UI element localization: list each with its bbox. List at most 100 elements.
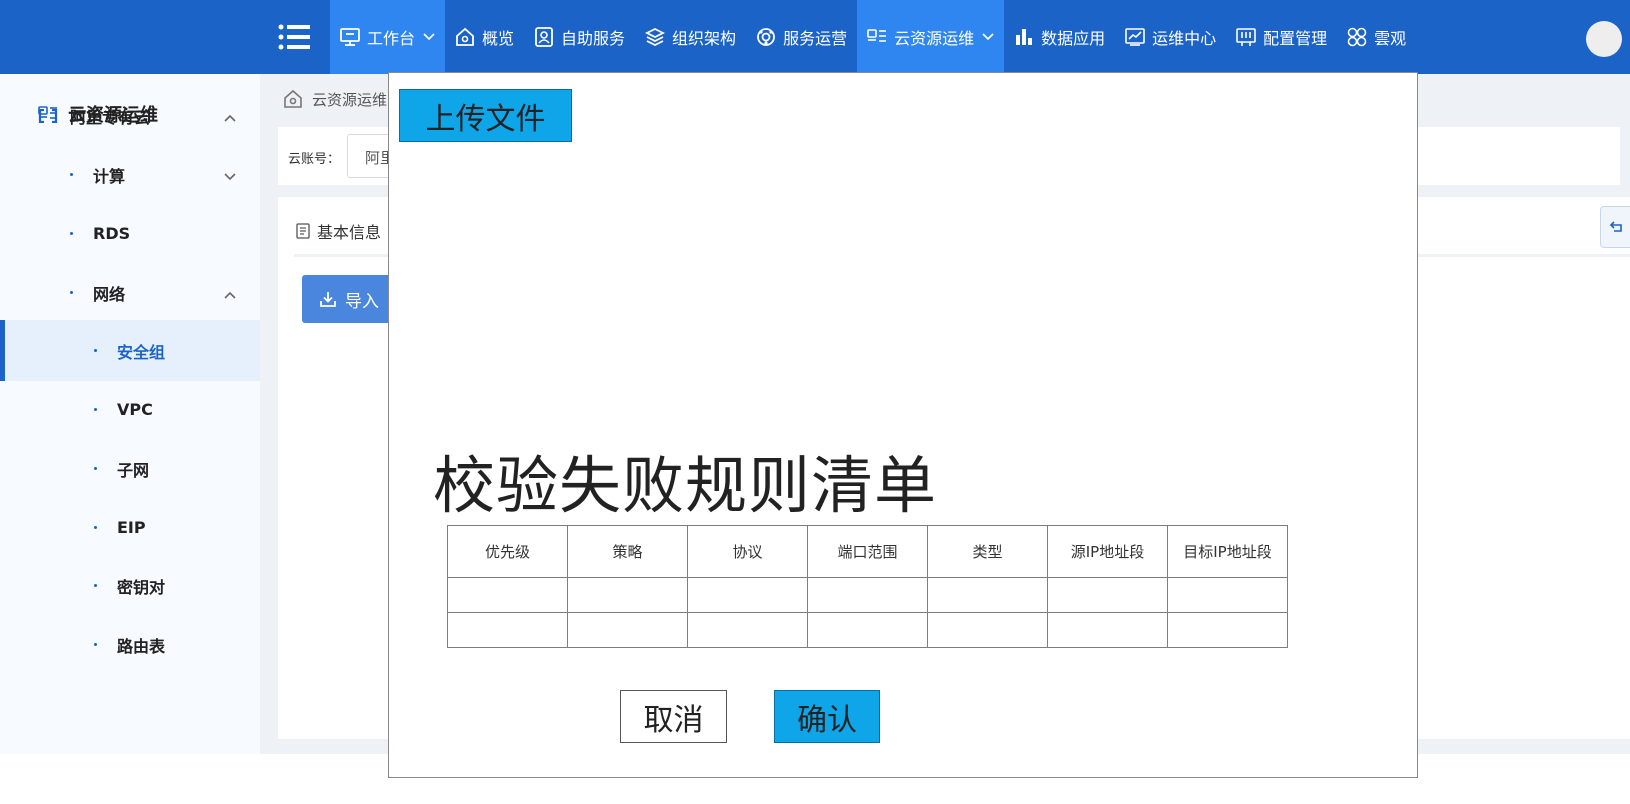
download-icon xyxy=(320,292,336,307)
nav-item-2[interactable]: 自助服务 xyxy=(524,0,635,74)
sidebar-item-6[interactable]: 子网 xyxy=(0,438,260,499)
bullet-dot xyxy=(70,232,73,235)
nav-item-3[interactable]: 组织架构 xyxy=(635,0,746,74)
table-cell xyxy=(1047,612,1168,648)
sidebar-item-5[interactable]: VPC xyxy=(0,379,260,440)
nav-item-4[interactable]: 服务运营 xyxy=(746,0,857,74)
nav-item-label: 自助服务 xyxy=(561,29,626,48)
table-header-cell: 类型 xyxy=(927,525,1048,578)
sidebar-item-label: 网络 xyxy=(93,284,126,304)
table-cell xyxy=(567,612,688,648)
table-header-cell: 源IP地址段 xyxy=(1047,525,1168,578)
nav-item-label: 服务运营 xyxy=(783,29,848,48)
nav-item-1[interactable]: 概览 xyxy=(445,0,524,74)
user-card-icon xyxy=(534,27,554,47)
nav-item-7[interactable]: 运维中心 xyxy=(1115,0,1226,74)
table-cell xyxy=(687,612,808,648)
home-icon xyxy=(284,89,302,108)
modal-title: 校验失败规则清单 xyxy=(433,449,938,522)
bullet-dot xyxy=(70,173,73,176)
cloud-account-label: 云账号： xyxy=(288,152,341,167)
nav-item-label: 运维中心 xyxy=(1152,29,1217,48)
table-cell xyxy=(927,577,1048,613)
bullet-dot xyxy=(94,526,97,529)
back-tab[interactable] xyxy=(1600,206,1630,248)
config-panel-icon xyxy=(1236,27,1256,47)
sidebar-item-label: VPC xyxy=(117,400,153,419)
monitor-icon xyxy=(340,27,360,47)
table-cell xyxy=(447,577,568,613)
nav-item-label: 概览 xyxy=(482,29,515,48)
chevron-down-icon xyxy=(423,33,435,41)
nav-item-label: 云资源运维 xyxy=(894,29,975,48)
nav-item-0[interactable]: 工作台 xyxy=(330,0,446,74)
user-avatar[interactable] xyxy=(1586,21,1622,57)
table-cell xyxy=(447,612,568,648)
table-header-cell: 目标IP地址段 xyxy=(1167,525,1288,578)
table-header-cell: 策略 xyxy=(567,525,688,578)
nav-item-6[interactable]: 数据应用 xyxy=(1004,0,1115,74)
nav-item-label: 配置管理 xyxy=(1263,29,1328,48)
bracket-icon xyxy=(38,108,58,123)
sidebar-item-4[interactable]: 安全组 xyxy=(0,320,260,381)
id-card-icon xyxy=(867,27,887,47)
breadcrumb: 云资源运维 xyxy=(282,88,387,110)
sidebar: 云资源运维 阿里专有云 计算 RDS 网络 安全组 VPC 子网 EIP 密钥对 路由表 xyxy=(0,74,260,754)
sidebar-item-label: 子网 xyxy=(117,460,150,480)
document-icon xyxy=(296,223,310,239)
line-chart-icon xyxy=(1125,27,1145,47)
sidebar-item-7[interactable]: EIP xyxy=(0,497,260,558)
upload-file-button[interactable]: 上传文件 xyxy=(399,89,572,142)
sidebar-item-2[interactable]: RDS xyxy=(0,203,260,264)
table-header-cell: 协议 xyxy=(687,525,808,578)
tab-basic-info[interactable]: 基本信息 xyxy=(295,219,381,243)
confirm-button[interactable]: 确认 xyxy=(774,690,880,743)
chevron-down-icon xyxy=(224,166,236,185)
sidebar-item-label: 阿里专有云 xyxy=(70,107,151,127)
bar-chart-icon xyxy=(1014,27,1034,47)
table-row xyxy=(447,612,1288,648)
table-header-cell: 端口范围 xyxy=(807,525,928,578)
table-cell xyxy=(1167,577,1288,613)
bullet-dot xyxy=(94,467,97,470)
nav-item-label: 工作台 xyxy=(367,29,416,48)
sidebar-item-3[interactable]: 网络 xyxy=(0,262,260,323)
table-cell xyxy=(807,612,928,648)
sidebar-item-label: 安全组 xyxy=(117,342,166,362)
sidebar-item-label: RDS xyxy=(93,224,131,243)
table-row xyxy=(447,577,1288,613)
menu-toggle-icon[interactable] xyxy=(276,22,312,52)
bullet-dot xyxy=(94,643,97,646)
breadcrumb-item[interactable]: 云资源运维 xyxy=(312,89,387,110)
table-cell xyxy=(687,577,808,613)
table-cell xyxy=(1167,612,1288,648)
sidebar-item-label: EIP xyxy=(117,518,146,537)
sidebar-item-label: 计算 xyxy=(93,166,126,186)
nav-item-label: 雲观 xyxy=(1374,29,1407,48)
bullet-dot xyxy=(94,408,97,411)
nav-item-label: 数据应用 xyxy=(1041,29,1106,48)
import-button[interactable]: 导入 xyxy=(302,275,392,323)
nav-item-9[interactable]: 雲观 xyxy=(1337,0,1416,74)
table-cell xyxy=(1047,577,1168,613)
failed-rules-table: 优先级 策略 协议 端口范围 类型 源IP地址段 目标IP地址段 xyxy=(447,525,1288,648)
sidebar-item-8[interactable]: 密钥对 xyxy=(0,555,260,616)
cancel-button[interactable]: 取消 xyxy=(620,690,727,743)
bullet-dot xyxy=(94,349,97,352)
gear-ring-icon xyxy=(756,27,776,47)
nav-item-label: 组织架构 xyxy=(672,29,737,48)
nav-item-5[interactable]: 云资源运维 xyxy=(857,0,1005,74)
sidebar-item-1[interactable]: 计算 xyxy=(0,144,260,205)
table-cell xyxy=(927,612,1048,648)
sidebar-item-0[interactable]: 阿里专有云 xyxy=(0,85,260,146)
nav-item-8[interactable]: 配置管理 xyxy=(1226,0,1337,74)
bullet-dot xyxy=(94,584,97,587)
home-icon xyxy=(455,27,475,47)
sidebar-item-9[interactable]: 路由表 xyxy=(0,614,260,675)
table-cell xyxy=(567,577,688,613)
validation-failure-modal: 上传文件 校验失败规则清单 优先级 策略 协议 端口范围 类型 源IP地址段 目标IP地址段… xyxy=(388,72,1418,778)
sidebar-item-label: 密钥对 xyxy=(117,577,166,597)
table-cell xyxy=(807,577,928,613)
bullet-dot xyxy=(70,291,73,294)
table-header-cell: 优先级 xyxy=(447,525,568,578)
